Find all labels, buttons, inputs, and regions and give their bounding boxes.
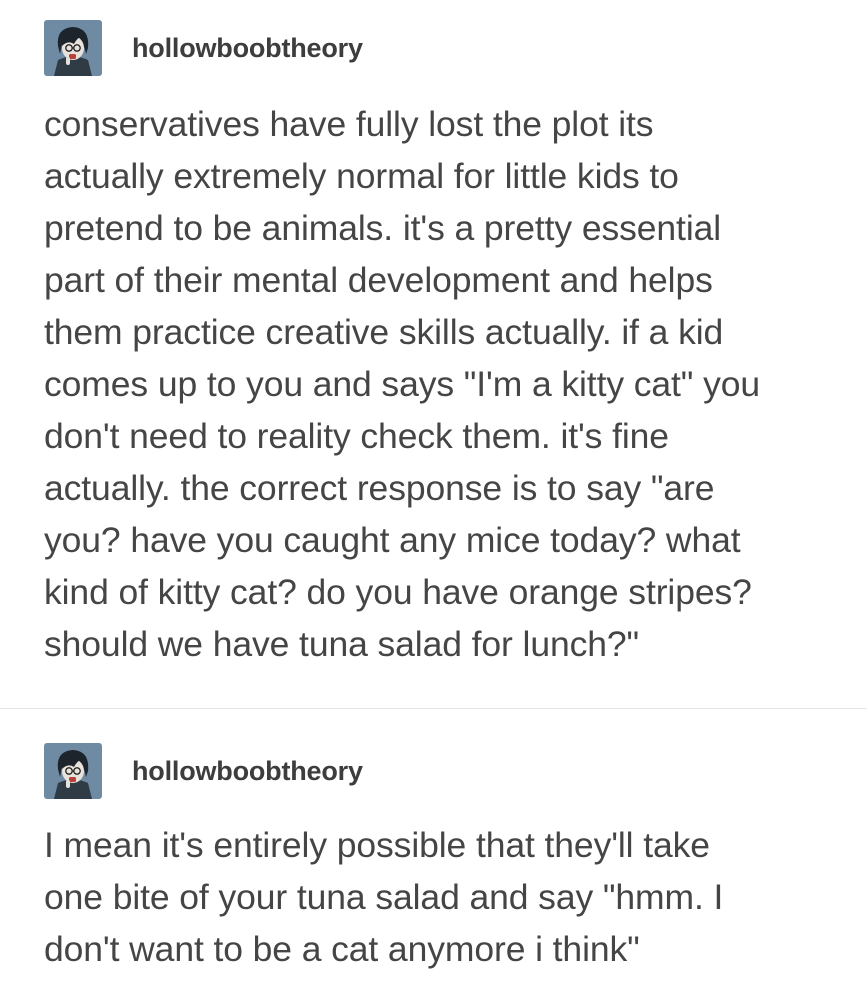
avatar[interactable] [44, 20, 102, 76]
post-header: hollowboobtheory [44, 20, 837, 76]
avatar[interactable] [44, 743, 102, 799]
avatar-illustration-icon [44, 743, 102, 799]
post-body-text: conservatives have fully lost the plot i… [44, 104, 761, 664]
post-2: hollowboobtheory I mean it's entirely po… [0, 709, 867, 975]
username[interactable]: hollowboobtheory [132, 756, 363, 787]
username[interactable]: hollowboobtheory [132, 33, 363, 64]
post-body-text: I mean it's entirely possible that they'… [44, 825, 724, 969]
post-1: hollowboobtheory conservatives have full… [0, 0, 867, 708]
post-header: hollowboobtheory [44, 743, 837, 799]
avatar-illustration-icon [44, 20, 102, 76]
